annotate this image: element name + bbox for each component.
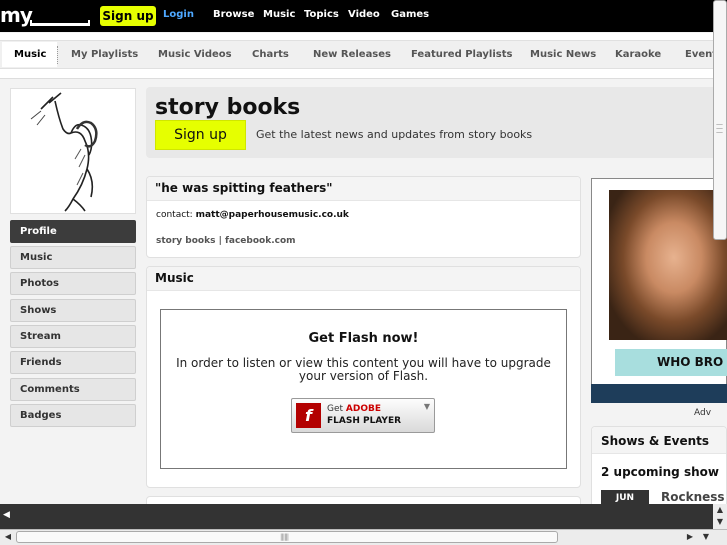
ad-strip: [591, 384, 727, 403]
scroll-right-arrow-icon[interactable]: ▶: [684, 531, 696, 543]
artist-links[interactable]: story books | facebook.com: [156, 236, 296, 246]
ad-photo[interactable]: [609, 190, 727, 340]
flash-adobe-word: ADOBE: [345, 404, 382, 414]
scroll-down-arrow-icon[interactable]: ▼: [713, 515, 727, 529]
nav-video[interactable]: Video: [348, 9, 380, 20]
scroll-up-arrow-icon[interactable]: ▲: [713, 504, 727, 515]
event-venue[interactable]: Rockness: [661, 490, 725, 504]
top-signup-button[interactable]: Sign up: [100, 6, 156, 26]
profile-picture[interactable]: [10, 88, 136, 214]
contact-prefix: contact:: [156, 210, 193, 220]
flash-icon: f: [296, 403, 321, 428]
upcoming-count: 2 upcoming show: [601, 465, 719, 479]
subnav-music[interactable]: Music: [14, 49, 46, 60]
bottom-bar: [0, 504, 727, 529]
page-title: story books: [155, 95, 301, 120]
contact-line: contact: matt@paperhousemusic.co.uk: [156, 210, 349, 220]
subnav-featured-playlists[interactable]: Featured Playlists: [411, 49, 512, 60]
sidebar-item-photos[interactable]: Photos: [10, 272, 136, 295]
contact-email[interactable]: matt@paperhousemusic.co.uk: [196, 210, 349, 220]
site-logo[interactable]: my: [0, 3, 33, 27]
sidebar-item-comments[interactable]: Comments: [10, 378, 136, 401]
sidebar-item-badges[interactable]: Badges: [10, 404, 136, 427]
scroll-left-arrow-icon[interactable]: ◀: [2, 531, 14, 543]
subnav-charts[interactable]: Charts: [252, 49, 289, 60]
artist-quote: "he was spitting feathers": [155, 181, 333, 195]
subnav-new-releases[interactable]: New Releases: [313, 49, 391, 60]
vertical-scrollbar-grip-icon: — — —: [716, 120, 723, 136]
download-arrow-icon: ▼: [423, 402, 430, 411]
subnav-my-playlists[interactable]: My Playlists: [71, 49, 138, 60]
ad-banner[interactable]: WHO BRO: [615, 349, 727, 376]
signup-button[interactable]: Sign up: [155, 120, 246, 150]
ad-label: Adv: [694, 408, 712, 418]
flash-title: Get Flash now!: [308, 331, 419, 346]
nav-topics[interactable]: Topics: [304, 9, 339, 20]
subnav-divider: [57, 46, 58, 64]
bottom-bar-left-arrow-icon[interactable]: ◀: [3, 510, 10, 520]
nav-games[interactable]: Games: [391, 9, 429, 20]
sidebar-item-shows[interactable]: Shows: [10, 299, 136, 322]
flash-get-label: Get ADOBE: [327, 404, 381, 414]
sidebar-item-music[interactable]: Music: [10, 246, 136, 269]
subnav-karaoke[interactable]: Karaoke: [615, 49, 661, 60]
get-flash-button[interactable]: f Get ADOBE FLASH PLAYER ▼: [291, 398, 435, 433]
sidebar-item-profile[interactable]: Profile: [10, 220, 136, 243]
login-link[interactable]: Login: [163, 9, 194, 20]
horizontal-scrollbar-grip-icon: ||||||: [280, 533, 289, 541]
flash-get-word: Get: [327, 404, 344, 414]
music-section-title: Music: [155, 271, 194, 285]
nav-browse[interactable]: Browse: [213, 9, 254, 20]
nav-music[interactable]: Music: [263, 9, 295, 20]
corner-down-arrow-icon[interactable]: ▼: [700, 531, 712, 543]
flash-player-label: FLASH PLAYER: [327, 416, 402, 426]
shows-title: Shows & Events: [601, 434, 710, 448]
sidebar-item-friends[interactable]: Friends: [10, 351, 136, 374]
subnav-music-videos[interactable]: Music Videos: [158, 49, 232, 60]
subnav-events[interactable]: Events: [685, 49, 713, 60]
signup-tagline: Get the latest news and updates from sto…: [256, 128, 533, 141]
logo-underline: [30, 20, 90, 26]
music-box-header: [147, 267, 580, 291]
flash-message: In order to listen or view this content …: [176, 356, 551, 383]
subnav-music-news[interactable]: Music News: [530, 49, 596, 60]
sidebar-item-stream[interactable]: Stream: [10, 325, 136, 348]
